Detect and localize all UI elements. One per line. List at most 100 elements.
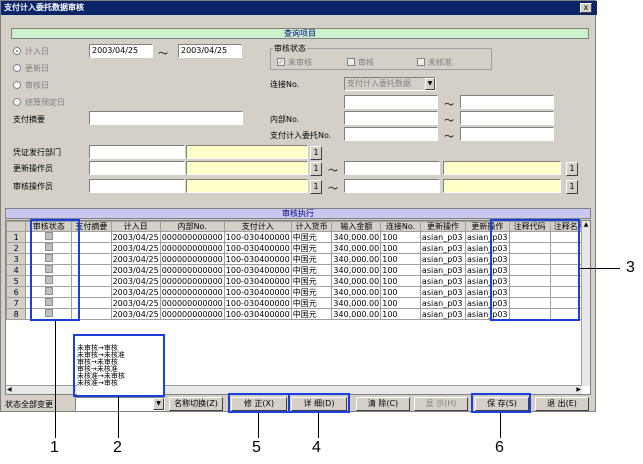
callout-number-5: 5 (252, 439, 261, 456)
payment-summary-label: 支付摘要 (13, 115, 45, 124)
link-from-input[interactable] (344, 95, 438, 109)
leader-line-6 (500, 413, 501, 438)
leader-line-3 (580, 268, 620, 269)
table-cell: 中国元 (290, 308, 333, 320)
table-cell: 000000000000 (159, 253, 225, 265)
update-operator-to-lookup[interactable]: 1 (566, 162, 578, 176)
table-cell: 中国元 (290, 275, 333, 287)
col-header-link-no[interactable]: 连接No. (380, 221, 421, 232)
table-cell: asian_p03 (419, 286, 467, 298)
table-cell: 100-030400000 (223, 253, 292, 265)
voucher-dept-label: 凭证发行部门 (13, 148, 61, 157)
row-number: 8 (6, 308, 27, 320)
checkbox-unapproved[interactable] (417, 58, 425, 66)
update-operator-from-name (186, 161, 308, 175)
leader-line-1 (55, 321, 56, 438)
checkbox-reviewed[interactable] (347, 58, 355, 66)
table-cell: 100-030400000 (223, 275, 292, 287)
radio-update-date[interactable] (13, 64, 21, 72)
table-cell: 000000000000 (159, 264, 225, 276)
exit-button[interactable]: 退 出(E) (535, 397, 589, 411)
entrust-no-to-input[interactable] (460, 127, 554, 141)
review-operator-from-lookup[interactable]: 1 (310, 180, 322, 194)
voucher-dept-input[interactable] (89, 145, 185, 159)
col-header-currency[interactable]: 计入货币 (290, 221, 333, 232)
table-cell: 100 (380, 275, 421, 287)
table-cell: 100 (380, 231, 421, 243)
col-header-amount[interactable]: 输入金额 (331, 221, 382, 232)
radio-label-entry-date: 计入日 (25, 47, 49, 56)
internal-no-label: 内部No. (270, 115, 300, 124)
grid-vertical-scrollbar[interactable]: ▲ (581, 221, 590, 386)
table-cell: asian_p03 (419, 308, 467, 320)
col-header-entry-date[interactable]: 计入日 (110, 221, 161, 232)
date-from-input[interactable]: 2003/04/25 (89, 44, 153, 58)
table-cell: 2003/04/25 (110, 253, 161, 265)
clear-button[interactable]: 清 除(C) (356, 397, 410, 411)
scroll-left-icon[interactable]: ◀ (7, 386, 12, 394)
table-cell: 000000000000 (159, 231, 225, 243)
payment-summary-input[interactable] (89, 111, 243, 125)
table-cell: 中国元 (290, 231, 333, 243)
radio-review-date[interactable] (13, 81, 21, 89)
row-number: 4 (6, 264, 27, 276)
row-number: 6 (6, 286, 27, 298)
voucher-dept-name-field (186, 145, 308, 159)
table-cell: 340,000.00 (331, 275, 382, 287)
update-operator-from-lookup[interactable]: 1 (310, 162, 322, 176)
table-cell: 340,000.00 (331, 308, 382, 320)
update-operator-from-input[interactable] (89, 161, 185, 175)
entrust-no-from-input[interactable] (344, 127, 438, 141)
callout-number-2: 2 (113, 439, 122, 456)
table-cell: 340,000.00 (331, 231, 382, 243)
review-operator-to-input[interactable] (344, 179, 440, 193)
table-cell: 100 (380, 286, 421, 298)
query-section-header: 查询项目 (11, 28, 589, 39)
exec-section-header: 审核执行 (5, 208, 591, 219)
checkbox-unreviewed[interactable]: ✓ (277, 58, 285, 66)
row-number: 1 (6, 231, 27, 243)
status-change-all-label: 状态全部变更 (5, 400, 53, 409)
link-no-dropdown-arrow-icon[interactable]: ▼ (425, 78, 435, 90)
radio-entry-date[interactable] (13, 47, 21, 55)
table-cell: 000000000000 (159, 297, 225, 309)
review-operator-to-lookup[interactable]: 1 (566, 180, 578, 194)
table-cell: 2003/04/25 (110, 242, 161, 254)
link-no-select[interactable]: 支付计入委托数据 (344, 77, 436, 91)
leader-line-4 (318, 413, 319, 438)
voucher-dept-lookup-button[interactable]: 1 (310, 146, 322, 160)
col-header-payment-entry[interactable]: 支付计入 (223, 221, 292, 232)
table-cell: asian_p03 (419, 297, 467, 309)
show-button[interactable]: 显 示(H) (414, 397, 468, 411)
radio-settle-date[interactable] (13, 98, 21, 106)
table-cell: 中国元 (290, 297, 333, 309)
update-operator-to-input[interactable] (344, 161, 440, 175)
link-to-input[interactable] (460, 95, 554, 109)
callout-number-4: 4 (312, 439, 321, 456)
radio-label-settle-date: 结算预定日 (25, 98, 65, 107)
row-number: 3 (6, 253, 27, 265)
close-button[interactable]: x (580, 3, 592, 13)
table-cell: 中国元 (290, 253, 333, 265)
review-operator-from-input[interactable] (89, 179, 185, 193)
scroll-right-icon[interactable]: ▶ (576, 386, 581, 394)
table-cell: 100-030400000 (223, 242, 292, 254)
callout-number-6: 6 (495, 439, 504, 456)
link-no-label: 连接No. (270, 80, 300, 89)
radio-label-review-date: 审核日 (25, 81, 49, 90)
scroll-up-icon[interactable]: ▲ (582, 221, 590, 229)
status-change-dropdown-arrow-icon[interactable]: ▼ (153, 398, 164, 410)
internal-no-to-input[interactable] (460, 111, 554, 125)
table-cell: 100-030400000 (223, 264, 292, 276)
update-operator-tilde: ～ (328, 166, 338, 177)
date-to-input[interactable]: 2003/04/25 (178, 44, 242, 58)
table-cell: 中国元 (290, 264, 333, 276)
internal-no-from-input[interactable] (344, 111, 438, 125)
status-change-select[interactable] (75, 397, 165, 411)
col-header-internal-no[interactable]: 内部No. (159, 221, 225, 232)
name-switch-button[interactable]: 名称切换(Z) (169, 397, 223, 411)
table-cell: 2003/04/25 (110, 297, 161, 309)
col-header-update-op-1[interactable]: 更新操作 (419, 221, 467, 232)
table-cell: 2003/04/25 (110, 308, 161, 320)
table-cell: 100 (380, 264, 421, 276)
